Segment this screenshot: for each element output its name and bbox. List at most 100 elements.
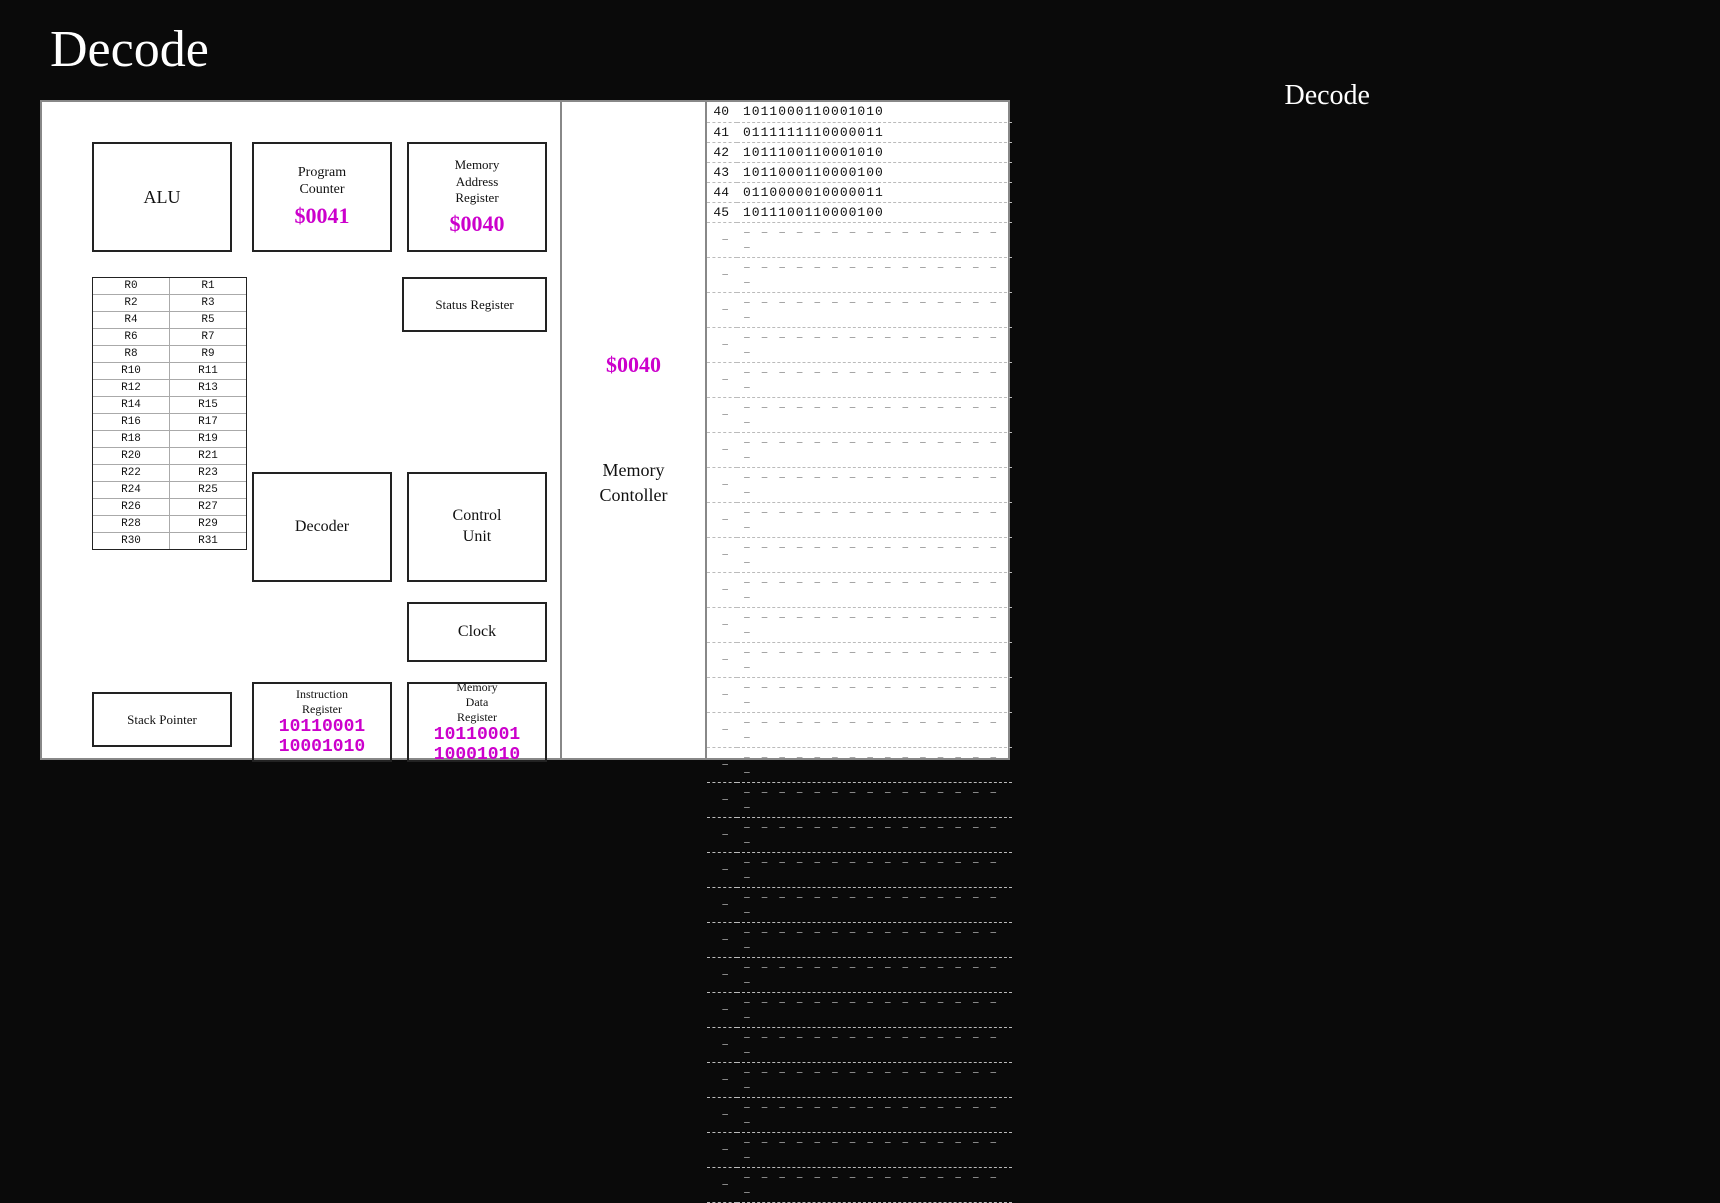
register-cell: R21 [170, 448, 246, 464]
mc-value: $0040 [606, 352, 661, 378]
memory-value-empty: – – – – – – – – – – – – – – – – [737, 957, 1012, 992]
cpu-section: ALU ProgramCounter $0041 MemoryAddressRe… [42, 102, 562, 758]
memory-row-empty: –– – – – – – – – – – – – – – – – [707, 397, 1012, 432]
memory-value-empty: – – – – – – – – – – – – – – – – [737, 677, 1012, 712]
register-cell: R2 [93, 295, 170, 311]
memory-row-empty: –– – – – – – – – – – – – – – – – [707, 1062, 1012, 1097]
memory-row-empty: –– – – – – – – – – – – – – – – – [707, 572, 1012, 607]
register-cell: R25 [170, 482, 246, 498]
memory-address-empty: – [707, 572, 737, 607]
memory-value-empty: – – – – – – – – – – – – – – – – [737, 1132, 1012, 1167]
memory-value-empty: – – – – – – – – – – – – – – – – [737, 257, 1012, 292]
register-row: R10R11 [93, 363, 246, 380]
memory-row-empty: –– – – – – – – – – – – – – – – – [707, 1027, 1012, 1062]
register-cell: R3 [170, 295, 246, 311]
memory-row-empty: –– – – – – – – – – – – – – – – – [707, 747, 1012, 782]
register-row: R6R7 [93, 329, 246, 346]
memory-address: 40 [707, 102, 737, 122]
register-cell: R27 [170, 499, 246, 515]
stack-pointer-label: Stack Pointer [127, 712, 197, 728]
memory-value-empty: – – – – – – – – – – – – – – – – [737, 292, 1012, 327]
register-cell: R8 [93, 346, 170, 362]
register-row: R8R9 [93, 346, 246, 363]
register-cell: R10 [93, 363, 170, 379]
register-row: R14R15 [93, 397, 246, 414]
memory-address-empty: – [707, 817, 737, 852]
register-cell: R9 [170, 346, 246, 362]
memory-value-empty: – – – – – – – – – – – – – – – – [737, 887, 1012, 922]
memory-value-empty: – – – – – – – – – – – – – – – – [737, 572, 1012, 607]
memory-table: 4010110001100010104101111111100000114210… [707, 102, 1012, 1203]
control-unit-box: ControlUnit [407, 472, 547, 582]
memory-value: 0111111110000011 [737, 122, 1012, 142]
memory-row-empty: –– – – – – – – – – – – – – – – – [707, 957, 1012, 992]
mar-box: MemoryAddressRegister $0040 [407, 142, 547, 252]
mar-value: $0040 [450, 211, 505, 237]
memory-address: 44 [707, 182, 737, 202]
register-row: R20R21 [93, 448, 246, 465]
memory-row-empty: –– – – – – – – – – – – – – – – – [707, 432, 1012, 467]
memory-address-empty: – [707, 1132, 737, 1167]
memory-address-empty: – [707, 1027, 737, 1062]
mdr-value1: 10110001 [434, 725, 520, 745]
register-row: R2R3 [93, 295, 246, 312]
memory-row-empty: –– – – – – – – – – – – – – – – – [707, 607, 1012, 642]
program-counter-box: ProgramCounter $0041 [252, 142, 392, 252]
register-cell: R16 [93, 414, 170, 430]
instruction-register-box: InstructionRegister 10110001 10001010 [252, 682, 392, 762]
register-row: R26R27 [93, 499, 246, 516]
memory-address-empty: – [707, 607, 737, 642]
memory-address-empty: – [707, 782, 737, 817]
memory-value-empty: – – – – – – – – – – – – – – – – [737, 747, 1012, 782]
memory-value-empty: – – – – – – – – – – – – – – – – [737, 1062, 1012, 1097]
pc-label: ProgramCounter [298, 165, 346, 199]
register-cell: R28 [93, 516, 170, 532]
page-title: Decode [50, 20, 209, 79]
memory-value-empty: – – – – – – – – – – – – – – – – [737, 852, 1012, 887]
memory-value-empty: – – – – – – – – – – – – – – – – [737, 817, 1012, 852]
memory-value: 1011000110000100 [737, 162, 1012, 182]
ir-label: InstructionRegister [296, 687, 348, 717]
memory-address-empty: – [707, 747, 737, 782]
register-row: R28R29 [93, 516, 246, 533]
memory-row-empty: –– – – – – – – – – – – – – – – – [707, 362, 1012, 397]
memory-address-empty: – [707, 852, 737, 887]
control-unit-label: ControlUnit [453, 506, 502, 548]
status-register-label: Status Register [435, 297, 513, 313]
register-cell: R23 [170, 465, 246, 481]
memory-value-empty: – – – – – – – – – – – – – – – – [737, 1097, 1012, 1132]
status-register-box: Status Register [402, 277, 547, 332]
memory-address-empty: – [707, 1167, 737, 1202]
register-cell: R24 [93, 482, 170, 498]
memory-row-empty: –– – – – – – – – – – – – – – – – [707, 782, 1012, 817]
memory-address-empty: – [707, 957, 737, 992]
memory-row: 410111111110000011 [707, 122, 1012, 142]
memory-value-empty: – – – – – – – – – – – – – – – – [737, 922, 1012, 957]
memory-address-empty: – [707, 887, 737, 922]
memory-address-empty: – [707, 362, 737, 397]
memory-address: 41 [707, 122, 737, 142]
register-cell: R26 [93, 499, 170, 515]
memory-row-empty: –– – – – – – – – – – – – – – – – [707, 292, 1012, 327]
memory-value-empty: – – – – – – – – – – – – – – – – [737, 537, 1012, 572]
memory-address-empty: – [707, 922, 737, 957]
memory-row-empty: –– – – – – – – – – – – – – – – – [707, 992, 1012, 1027]
register-cell: R12 [93, 380, 170, 396]
memory-value-empty: – – – – – – – – – – – – – – – – [737, 712, 1012, 747]
clock-label: Clock [458, 623, 496, 641]
memory-row-empty: –– – – – – – – – – – – – – – – – [707, 327, 1012, 362]
memory-address: 42 [707, 142, 737, 162]
register-cell: R18 [93, 431, 170, 447]
register-row: R22R23 [93, 465, 246, 482]
register-row: R4R5 [93, 312, 246, 329]
memory-value: 1011100110000100 [737, 202, 1012, 222]
mar-label: MemoryAddressRegister [455, 157, 500, 208]
register-cell: R1 [170, 278, 246, 294]
register-row: R12R13 [93, 380, 246, 397]
memory-address-empty: – [707, 642, 737, 677]
register-cell: R0 [93, 278, 170, 294]
memory-row-empty: –– – – – – – – – – – – – – – – – [707, 887, 1012, 922]
memory-address-empty: – [707, 677, 737, 712]
mdr-label: MemoryDataRegister [456, 682, 497, 725]
memory-row-empty: –– – – – – – – – – – – – – – – – [707, 1097, 1012, 1132]
